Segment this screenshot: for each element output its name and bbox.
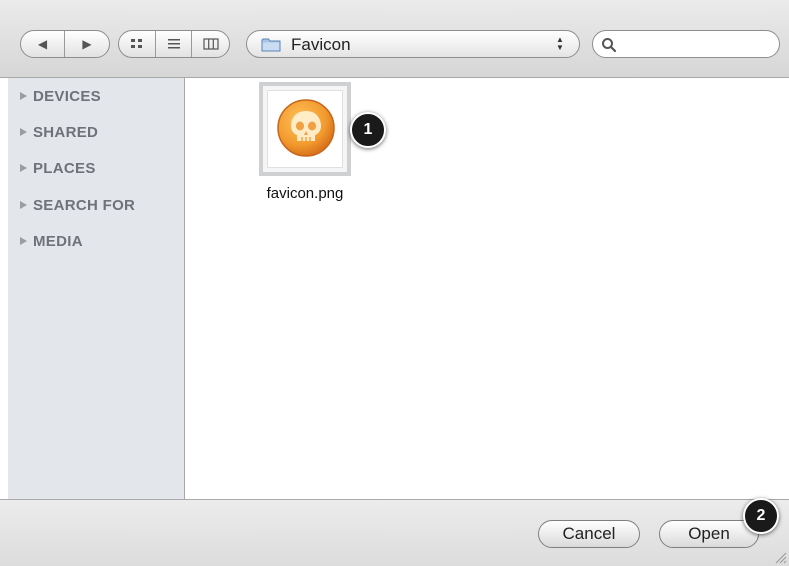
sidebar-item-label: MEDIA (33, 232, 83, 250)
icon-view-button[interactable] (119, 31, 156, 57)
disclosure-triangle-icon (20, 164, 27, 172)
sidebar-item-label: PLACES (33, 159, 96, 177)
open-file-dialog: ◀ ▶ Favicon ▲ ▼ DEVICES SHARED PLACES SE… (0, 0, 789, 566)
view-mode-buttons (118, 30, 230, 58)
skull-icon (277, 99, 335, 157)
sidebar-item-label: SHARED (33, 123, 99, 141)
annotation-callout-1: 1 (350, 112, 386, 148)
path-popup-label: Favicon (291, 35, 351, 54)
file-browser-area: favicon.png (185, 78, 789, 499)
back-button[interactable]: ◀ (21, 31, 66, 57)
cancel-button[interactable]: Cancel (538, 520, 640, 548)
sidebar-item-media[interactable]: MEDIA (20, 230, 83, 252)
search-field[interactable] (592, 30, 780, 58)
back-arrow-icon: ◀ (37, 37, 48, 51)
sidebar-item-label: SEARCH FOR (33, 196, 136, 214)
disclosure-triangle-icon (20, 128, 27, 136)
sidebar-item-places[interactable]: PLACES (20, 157, 96, 179)
list-view-button[interactable] (156, 31, 193, 57)
forward-button[interactable]: ▶ (65, 31, 109, 57)
folder-icon (261, 38, 281, 52)
dialog-button-bar: Cancel Open (0, 499, 789, 566)
sidebar-item-devices[interactable]: DEVICES (20, 85, 101, 107)
disclosure-triangle-icon (20, 92, 27, 100)
file-item-favicon[interactable]: favicon.png (241, 78, 381, 218)
disclosure-triangle-icon (20, 201, 27, 209)
thumbnail-canvas (267, 90, 343, 168)
path-popup-button[interactable]: Favicon ▲ ▼ (246, 30, 580, 58)
resize-grip-icon[interactable] (773, 550, 787, 564)
toolbar: ◀ ▶ Favicon ▲ ▼ (0, 0, 789, 78)
sidebar-item-label: DEVICES (33, 87, 101, 105)
list-view-icon (167, 39, 180, 49)
search-icon (602, 38, 617, 53)
sidebar-item-shared[interactable]: SHARED (20, 121, 98, 143)
back-forward-buttons: ◀ ▶ (20, 30, 110, 58)
file-name-label: favicon.png (266, 185, 344, 202)
sidebar: DEVICES SHARED PLACES SEARCH FOR MEDIA (8, 78, 185, 499)
icon-view-icon (130, 39, 142, 48)
search-input[interactable] (623, 35, 767, 55)
annotation-callout-2: 2 (743, 498, 779, 534)
file-thumbnail (259, 82, 351, 176)
sidebar-item-search-for[interactable]: SEARCH FOR (20, 194, 135, 216)
disclosure-triangle-icon (20, 237, 27, 245)
column-view-icon (203, 38, 219, 50)
forward-arrow-icon: ▶ (82, 37, 92, 51)
column-view-button[interactable] (192, 31, 229, 57)
popup-stepper-icon: ▲ ▼ (556, 35, 564, 52)
